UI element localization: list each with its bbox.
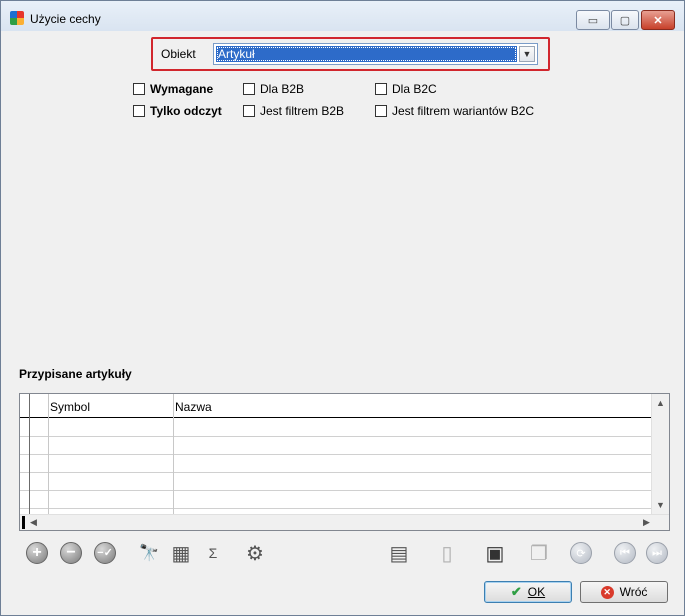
refresh-button[interactable]: ⟳ <box>567 539 595 567</box>
scroll-right-icon[interactable]: ▶ <box>643 517 650 528</box>
required-label: Wymagane <box>150 82 214 96</box>
table-view-button[interactable]: ▦ <box>167 539 195 567</box>
table-row[interactable] <box>20 455 651 473</box>
windows-button[interactable]: ❐ <box>525 539 553 567</box>
vertical-scrollbar[interactable]: ▲ ▼ <box>651 394 669 514</box>
b2c-checkbox-box[interactable] <box>375 83 387 95</box>
search-button[interactable]: 🔭 <box>135 539 163 567</box>
b2c-label: Dla B2C <box>392 82 437 96</box>
last-record-button[interactable]: ⏭ <box>643 539 671 567</box>
b2b-filter-label: Jest filtrem B2B <box>260 104 345 118</box>
required-checkbox[interactable]: Wymagane <box>133 81 213 97</box>
last-record-icon: ⏭ <box>646 542 668 564</box>
table-row[interactable] <box>20 419 651 437</box>
maximize-icon: ▢ <box>619 14 631 27</box>
b2c-variant-filter-checkbox-box[interactable] <box>375 105 387 117</box>
b2c-variant-filter-checkbox[interactable]: Jest filtrem wariantów B2C <box>375 103 534 119</box>
minimize-button[interactable]: ▭ <box>576 10 610 30</box>
minimize-icon: ▭ <box>587 14 599 27</box>
settings-button[interactable]: ⚙ <box>241 539 269 567</box>
bottom-toolbar: + − −✓ 🔭 ▦ Σ ⚙ ▤ ▯ ▣ ❐ ⟳ ⏮ ⏭ <box>19 535 670 573</box>
window-title: Użycie cechy <box>30 12 101 26</box>
close-button[interactable]: ✕ <box>641 10 675 30</box>
column-header-symbol[interactable]: Symbol <box>50 400 90 414</box>
check-icon: ✔ <box>510 584 522 599</box>
title-bar[interactable]: Użycie cechy ▭ ▢ ✕ <box>1 1 684 31</box>
save-icon: ▣ <box>485 542 505 565</box>
b2b-checkbox[interactable]: Dla B2B <box>243 81 304 97</box>
scroll-down-icon[interactable]: ▼ <box>656 500 665 510</box>
b2b-filter-checkbox[interactable]: Jest filtrem B2B <box>243 103 344 119</box>
app-logo-icon <box>10 11 24 25</box>
b2c-variant-filter-label: Jest filtrem wariantów B2C <box>392 104 535 118</box>
grid-header: Symbol Nazwa <box>20 394 651 418</box>
calculator-button[interactable]: Σ <box>199 539 227 567</box>
required-checkbox-box[interactable] <box>133 83 145 95</box>
column-separator <box>48 394 49 514</box>
scroll-up-icon[interactable]: ▲ <box>656 398 665 408</box>
assigned-items-grid[interactable]: Symbol Nazwa ▲ ▼ ◀ ▶ <box>19 393 670 531</box>
first-record-icon: ⏮ <box>614 542 636 564</box>
main-window: Użycie cechy ▭ ▢ ✕ Obiekt Artykuł ▼ Wyma… <box>0 0 685 616</box>
remove-selected-icon: −✓ <box>94 542 116 564</box>
object-select[interactable]: Artykuł ▼ <box>213 43 538 65</box>
save-button[interactable]: ▣ <box>481 539 509 567</box>
add-icon: + <box>26 542 48 564</box>
assigned-items-title: Przypisane artykuły <box>19 367 132 381</box>
dropdown-arrow-icon[interactable]: ▼ <box>519 46 535 62</box>
first-record-button[interactable]: ⏮ <box>611 539 639 567</box>
refresh-icon: ⟳ <box>570 542 592 564</box>
settings-gears-icon: ⚙ <box>246 542 264 565</box>
client-area: Obiekt Artykuł ▼ Wymagane Tylko odczyt D… <box>9 31 678 609</box>
ok-button[interactable]: ✔ OK <box>484 581 572 603</box>
add-button[interactable]: + <box>23 539 51 567</box>
table-row[interactable] <box>20 473 651 491</box>
read-only-checkbox[interactable]: Tylko odczyt <box>133 103 222 119</box>
read-only-label: Tylko odczyt <box>150 104 222 118</box>
calculator-icon: Σ <box>208 545 218 561</box>
object-label: Obiekt <box>161 47 196 61</box>
back-button[interactable]: ✕ Wróć <box>580 581 668 603</box>
b2b-checkbox-box[interactable] <box>243 83 255 95</box>
b2b-filter-checkbox-box[interactable] <box>243 105 255 117</box>
ok-button-label: OK <box>527 585 546 599</box>
object-selected-value: Artykuł <box>216 46 517 62</box>
cancel-icon: ✕ <box>600 585 614 599</box>
object-picker-highlight: Obiekt Artykuł ▼ <box>151 37 550 71</box>
document-button[interactable]: ▯ <box>433 539 461 567</box>
remove-selected-button[interactable]: −✓ <box>91 539 119 567</box>
table-row[interactable] <box>20 437 651 455</box>
row-indicator <box>22 516 25 529</box>
b2c-checkbox[interactable]: Dla B2C <box>375 81 437 97</box>
report-icon: ▤ <box>389 542 409 565</box>
table-row[interactable] <box>20 491 651 509</box>
b2b-label: Dla B2B <box>260 82 305 96</box>
binoculars-icon: 🔭 <box>139 545 159 562</box>
remove-icon: − <box>60 542 82 564</box>
windows-icon: ❐ <box>530 542 548 565</box>
column-separator <box>173 394 174 514</box>
column-header-name[interactable]: Nazwa <box>175 400 212 414</box>
close-icon: ✕ <box>653 14 663 27</box>
report-button[interactable]: ▤ <box>385 539 413 567</box>
document-icon: ▯ <box>441 542 453 565</box>
row-header-column <box>20 394 30 514</box>
horizontal-scrollbar[interactable]: ◀ ▶ <box>20 514 669 530</box>
back-button-label: Wróć <box>619 585 648 599</box>
scroll-left-icon[interactable]: ◀ <box>30 517 37 528</box>
table-grid-icon: ▦ <box>171 542 191 565</box>
remove-button[interactable]: − <box>57 539 85 567</box>
read-only-checkbox-box[interactable] <box>133 105 145 117</box>
maximize-button[interactable]: ▢ <box>611 10 639 30</box>
